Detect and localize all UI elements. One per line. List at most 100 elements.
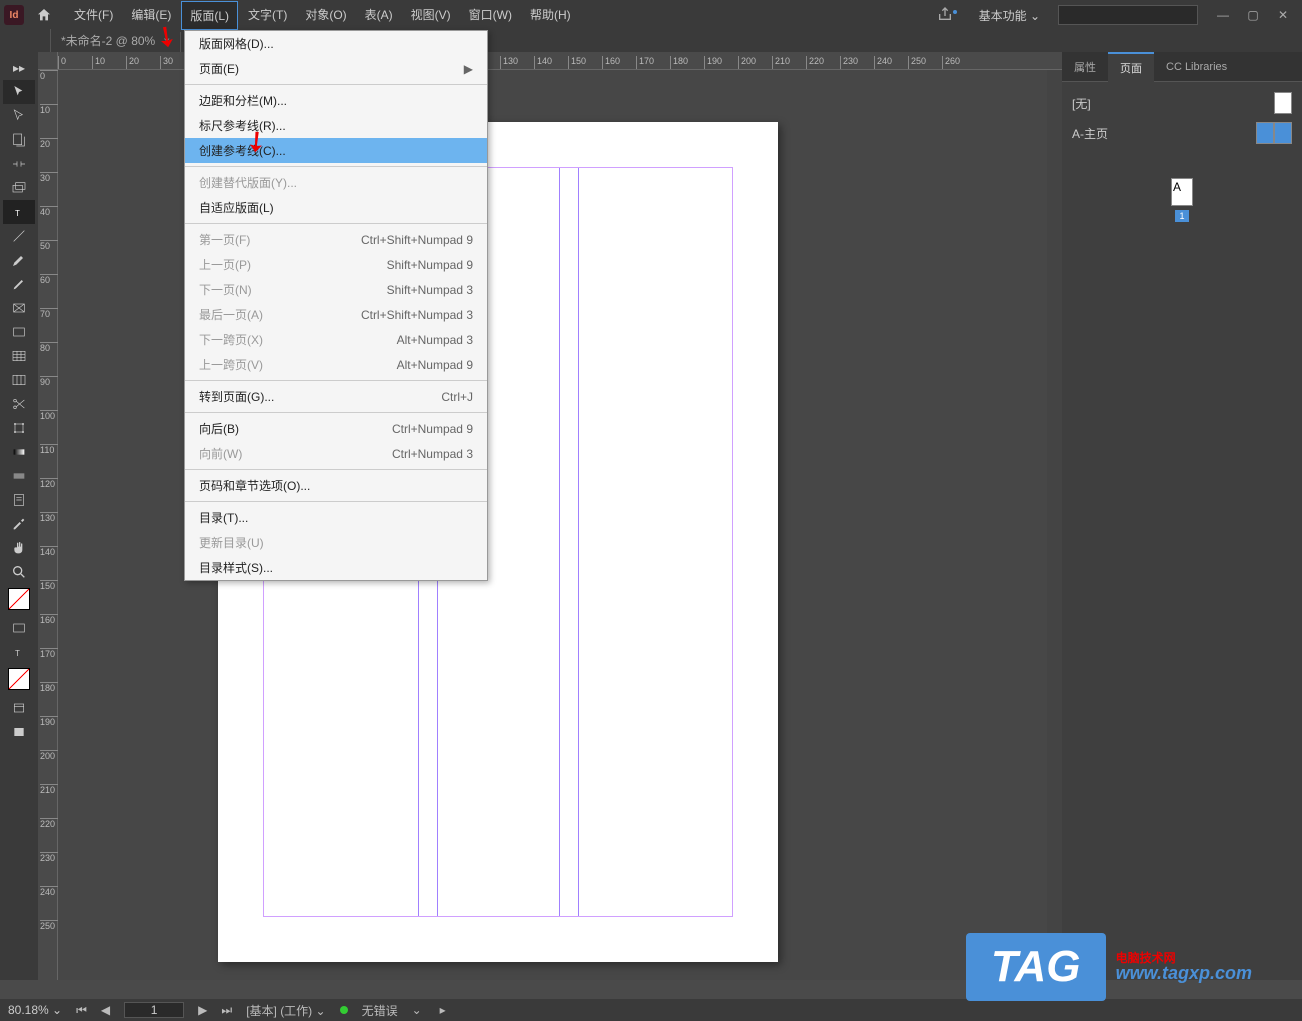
rectangle-tool[interactable] (3, 320, 35, 344)
page-tool[interactable] (3, 128, 35, 152)
zoom-display[interactable]: 80.18% ⌄ (8, 1003, 62, 1017)
page-nav-next-icon[interactable]: ▶ (198, 1003, 207, 1017)
menu-item: 更新目录(U) (185, 530, 487, 555)
menu-item[interactable]: 创建参考线(C)... (185, 138, 487, 163)
menu-a[interactable]: 表(A) (357, 1, 401, 30)
close-button[interactable]: ✕ (1268, 5, 1298, 25)
page-number-badge: 1 (1175, 210, 1188, 222)
scissors-tool[interactable] (3, 392, 35, 416)
master-thumb[interactable] (1274, 122, 1292, 144)
gradient-swatch-tool[interactable] (3, 440, 35, 464)
menu-f[interactable]: 文件(F) (66, 1, 121, 30)
ruler-tick: 0 (58, 56, 66, 70)
menu-h[interactable]: 帮助(H) (522, 1, 579, 30)
share-icon[interactable] (937, 6, 960, 25)
minimize-button[interactable]: — (1208, 5, 1238, 25)
master-thumb[interactable] (1274, 92, 1292, 114)
zoom-tool[interactable] (3, 560, 35, 584)
menu-separator (185, 469, 487, 470)
ruler-tick: 0 (40, 70, 58, 81)
layout-name[interactable]: [基本] (工作) ⌄ (246, 1002, 325, 1019)
pencil-tool[interactable] (3, 272, 35, 296)
menu-item[interactable]: 自适应版面(L) (185, 195, 487, 220)
errors-label[interactable]: 无错误 (362, 1002, 398, 1019)
type-tool[interactable]: T (3, 200, 35, 224)
panel-tab-页面[interactable]: 页面 (1108, 52, 1154, 82)
document-tab[interactable]: *未命名-2 @ 80%× (50, 29, 180, 52)
window-controls: — ▢ ✕ (1208, 5, 1298, 25)
menu-o[interactable]: 对象(O) (297, 1, 354, 30)
fill-stroke-swatch[interactable] (8, 588, 30, 610)
ruler-origin[interactable] (38, 52, 58, 70)
free-transform-tool[interactable] (3, 416, 35, 440)
direct-selection-tool[interactable] (3, 104, 35, 128)
chevron-right-icon[interactable]: ▸ (440, 1003, 446, 1017)
menu-item[interactable]: 标尺参考线(R)... (185, 113, 487, 138)
menu-t[interactable]: 文字(T) (240, 1, 295, 30)
selection-tool[interactable] (3, 80, 35, 104)
menu-w[interactable]: 窗口(W) (461, 1, 520, 30)
menu-item[interactable]: 版面网格(D)... (185, 31, 487, 56)
chevron-down-icon: ⌄ (1030, 9, 1040, 23)
menu-e[interactable]: 编辑(E) (123, 1, 179, 30)
menu-separator (185, 84, 487, 85)
menu-v[interactable]: 视图(V) (403, 1, 459, 30)
grid-tool[interactable] (3, 344, 35, 368)
ruler-tick: 200 (738, 56, 756, 70)
panel-tab-CC Libraries[interactable]: CC Libraries (1154, 55, 1239, 79)
content-collector-tool[interactable] (3, 176, 35, 200)
menu-item[interactable]: 页码和章节选项(O)... (185, 473, 487, 498)
note-tool[interactable] (3, 488, 35, 512)
tag-text: 电脑技术网 www.tagxp.com (1116, 952, 1252, 982)
gradient-feather-tool[interactable] (3, 464, 35, 488)
toolbox: ▸▸ T T (0, 52, 38, 980)
search-input[interactable] (1058, 5, 1198, 25)
page-number-input[interactable] (124, 1002, 184, 1018)
master-thumb[interactable] (1256, 122, 1274, 144)
maximize-button[interactable]: ▢ (1238, 5, 1268, 25)
ruler-tick: 30 (160, 56, 173, 70)
page-nav-last-icon[interactable]: ⏭ (221, 1003, 232, 1018)
ruler-tick: 190 (40, 716, 58, 727)
scrollbar-vertical[interactable] (1047, 70, 1062, 980)
menu-item: 第一页(F)Ctrl+Shift+Numpad 9 (185, 227, 487, 252)
column-guide (578, 168, 579, 916)
grid-tool-2[interactable] (3, 368, 35, 392)
workspace-selector[interactable]: 基本功能 ⌄ (971, 3, 1048, 28)
hand-tool[interactable] (3, 536, 35, 560)
panel-tab-属性[interactable]: 属性 (1062, 53, 1108, 81)
page-nav-prev-icon[interactable]: ◀ (101, 1003, 110, 1017)
tag-logo: TAG (966, 933, 1106, 1001)
menu-item[interactable]: 转到页面(G)...Ctrl+J (185, 384, 487, 409)
ruler-tick: 70 (40, 308, 58, 319)
master-a-row[interactable]: A-主页 (1072, 118, 1292, 148)
menu-separator (185, 412, 487, 413)
eyedropper-tool[interactable] (3, 512, 35, 536)
menu-l[interactable]: 版面(L) (181, 1, 238, 30)
apply-color-swatch[interactable] (8, 668, 30, 690)
gap-tool[interactable] (3, 152, 35, 176)
ruler-tick: 150 (568, 56, 586, 70)
menu-item[interactable]: 向后(B)Ctrl+Numpad 9 (185, 416, 487, 441)
view-mode-normal[interactable] (3, 696, 35, 720)
menu-item[interactable]: 目录(T)... (185, 505, 487, 530)
text-format-icon[interactable]: T (3, 640, 35, 664)
watermark-overlay: TAG 电脑技术网 www.tagxp.com (966, 933, 1252, 1001)
menu-item: 最后一页(A)Ctrl+Shift+Numpad 3 (185, 302, 487, 327)
ruler-vertical[interactable]: 0102030405060708090100110120130140150160… (38, 70, 58, 980)
page-thumbnail[interactable]: A (1171, 178, 1193, 206)
menu-item: 下一跨页(X)Alt+Numpad 3 (185, 327, 487, 352)
close-tab-icon[interactable]: × (163, 34, 170, 48)
view-mode-preview[interactable] (3, 720, 35, 744)
page-nav-first-icon[interactable]: ⏮ (76, 1003, 87, 1018)
pen-tool[interactable] (3, 248, 35, 272)
menu-item[interactable]: 页面(E)▶ (185, 56, 487, 81)
container-format-icon[interactable] (3, 616, 35, 640)
rectangle-frame-tool[interactable] (3, 296, 35, 320)
expand-icon[interactable]: ▸▸ (3, 56, 35, 80)
menu-item[interactable]: 目录样式(S)... (185, 555, 487, 580)
home-icon[interactable] (32, 3, 56, 27)
master-none-row[interactable]: [无] (1072, 88, 1292, 118)
line-tool[interactable] (3, 224, 35, 248)
menu-item[interactable]: 边距和分栏(M)... (185, 88, 487, 113)
